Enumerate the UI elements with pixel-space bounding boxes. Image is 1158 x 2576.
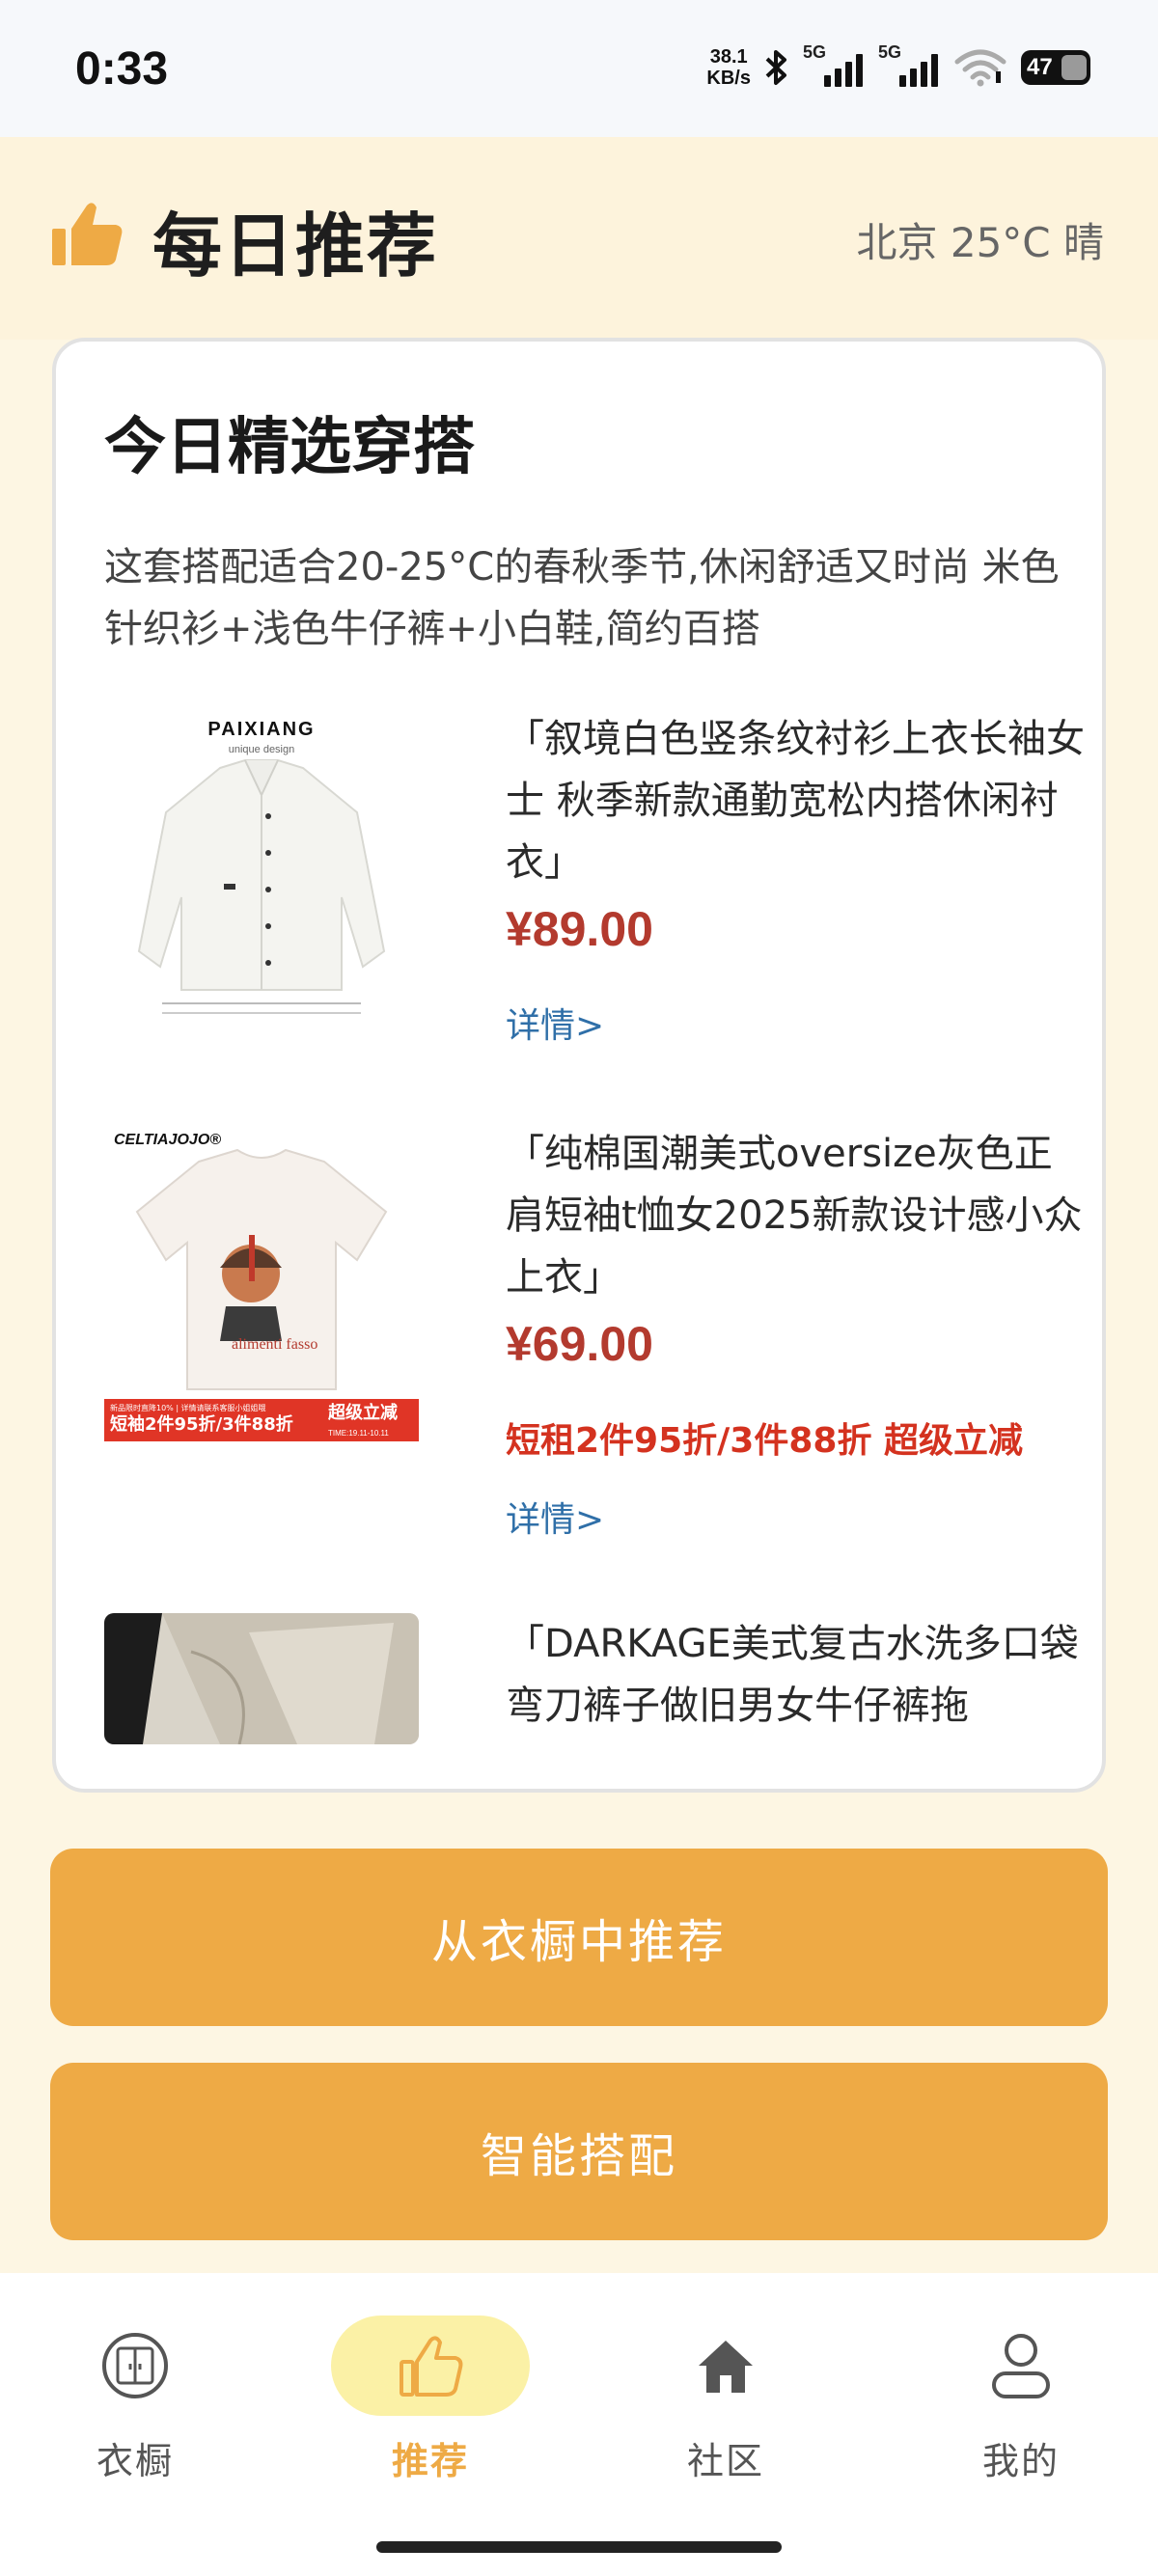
home-indicator[interactable] xyxy=(376,2541,782,2553)
nav-item-recommend[interactable]: 推荐 xyxy=(324,2316,537,2508)
outfit-card: 今日精选穿搭 这套搭配适合20-25°C的春秋季节,休闲舒适又时尚 米色针织衫+… xyxy=(52,338,1106,1793)
thumbs-up-icon xyxy=(52,203,123,265)
product-image[interactable] xyxy=(104,1613,419,1744)
card-title: 今日精选穿搭 xyxy=(104,412,475,483)
product-item[interactable]: PAIXIANG unique design 「叙境白色竖条纹衬衫上衣长袖女士 … xyxy=(104,708,1085,1065)
bluetooth-icon xyxy=(765,50,786,85)
product-2-banner-right: 超级立减 xyxy=(328,1402,398,1423)
signal-1-icon: 5G xyxy=(803,42,865,87)
product-1-brand-sub: unique design xyxy=(229,744,295,755)
product-2-banner-main: 短袖2件95折/3件88折 xyxy=(110,1413,293,1435)
wardrobe-icon xyxy=(102,2333,168,2398)
thumbs-up-icon xyxy=(400,2336,463,2397)
weather-info: 北京 25°C 晴 xyxy=(856,219,1104,266)
network-speed: 38.1 KB/s xyxy=(706,46,751,89)
product-2-shirt-text: alimenti fasso xyxy=(232,1336,317,1353)
product-detail-link[interactable]: 详情> xyxy=(506,998,604,1048)
smart-match-button[interactable]: 智能搭配 xyxy=(50,2063,1108,2240)
status-icons: 38.1 KB/s 5G 5G 47 xyxy=(706,39,1090,96)
product-name[interactable]: 「叙境白色竖条纹衬衫上衣长袖女士 秋季新款通勤宽松内搭休闲衬衣」 xyxy=(506,708,1085,893)
signal-2-icon: 5G xyxy=(878,42,940,87)
product-2-banner-time: TIME:19.11-10.11 xyxy=(328,1429,389,1438)
nav-label: 社区 xyxy=(686,2440,764,2482)
product-2-brand: CELTIAJOJO® xyxy=(114,1132,221,1148)
person-icon xyxy=(992,2334,1050,2398)
card-description: 这套搭配适合20-25°C的春秋季节,休闲舒适又时尚 米色针织衫+浅色牛仔裤+小… xyxy=(104,545,1060,651)
status-time: 0:33 xyxy=(75,43,169,95)
product-price: ¥89.00 xyxy=(506,902,653,956)
product-name[interactable]: 「DARKAGE美式复古水洗多口袋弯刀裤子做旧男女牛仔裤拖 xyxy=(506,1613,1085,1737)
signal-1-label: 5G xyxy=(803,42,827,62)
network-speed-unit: KB/s xyxy=(706,68,751,89)
product-name[interactable]: 「纯棉国潮美式oversize灰色正肩短袖t恤女2025新款设计感小众上衣」 xyxy=(506,1123,1085,1308)
white-shirt-image: PAIXIANG unique design xyxy=(104,708,419,1027)
nav-label: 我的 xyxy=(981,2440,1060,2482)
nav-label: 推荐 xyxy=(391,2440,469,2482)
product-1-brand: PAIXIANG xyxy=(207,719,315,740)
battery-icon: 47 xyxy=(1021,50,1090,85)
product-image[interactable]: PAIXIANG unique design xyxy=(104,708,419,1027)
product-item[interactable]: CELTIAJOJO® alimenti fasso 新品限时直降10% | 详… xyxy=(104,1123,1082,1557)
home-icon xyxy=(699,2341,753,2393)
battery-level: 47 xyxy=(1027,54,1053,80)
jeans-image xyxy=(104,1613,419,1744)
nav-item-profile[interactable]: 我的 xyxy=(915,2316,1127,2508)
product-item[interactable]: 「DARKAGE美式复古水洗多口袋弯刀裤子做旧男女牛仔裤拖 xyxy=(104,1613,1079,1789)
product-detail-link[interactable]: 详情> xyxy=(506,1492,604,1542)
network-speed-value: 38.1 xyxy=(709,46,748,68)
page-title: 每日推荐 xyxy=(152,206,439,287)
nav-label: 衣橱 xyxy=(96,2440,174,2482)
wifi-icon xyxy=(954,49,1006,87)
nav-item-community[interactable]: 社区 xyxy=(620,2316,832,2508)
product-image[interactable]: CELTIAJOJO® alimenti fasso 新品限时直降10% | 详… xyxy=(104,1123,419,1441)
status-bar: 0:33 38.1 KB/s 5G 5G 47 xyxy=(0,0,1158,137)
product-price: ¥69.00 xyxy=(506,1317,653,1371)
product-promo: 短租2件95折/3件88折 超级立减 xyxy=(506,1421,1023,1461)
bottom-nav: 衣橱 推荐 社区 我的 xyxy=(0,2273,1158,2576)
nav-item-wardrobe[interactable]: 衣橱 xyxy=(29,2316,241,2508)
signal-2-label: 5G xyxy=(878,42,902,62)
tshirt-image: CELTIAJOJO® alimenti fasso 新品限时直降10% | 详… xyxy=(104,1123,419,1441)
recommend-from-wardrobe-button[interactable]: 从衣橱中推荐 xyxy=(50,1849,1108,2026)
product-2-banner-top: 新品限时直降10% | 详情请联系客服小姐姐哦 xyxy=(110,1403,266,1412)
